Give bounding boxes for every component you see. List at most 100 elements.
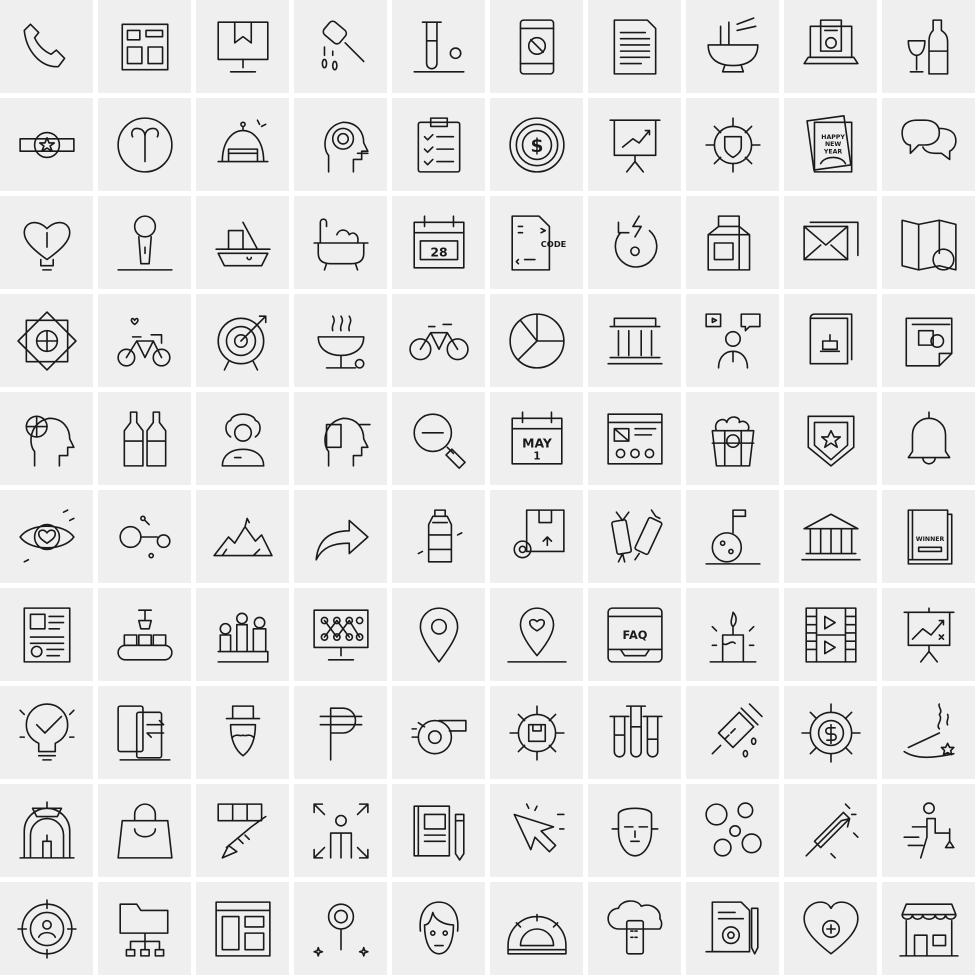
icon-tile[interactable]	[392, 0, 485, 93]
icon-tile[interactable]	[490, 294, 583, 387]
icon-tile[interactable]	[686, 490, 779, 583]
icon-tile[interactable]	[294, 196, 387, 289]
icon-tile[interactable]	[588, 686, 681, 779]
icon-tile[interactable]	[98, 196, 191, 289]
icon-tile[interactable]	[98, 294, 191, 387]
icon-tile[interactable]	[882, 98, 975, 191]
icon-tile[interactable]	[196, 196, 289, 289]
icon-tile[interactable]	[686, 588, 779, 681]
icon-tile[interactable]	[0, 588, 93, 681]
icon-tile[interactable]	[490, 588, 583, 681]
icon-tile[interactable]	[294, 784, 387, 877]
icon-tile[interactable]	[784, 196, 877, 289]
icon-tile[interactable]	[196, 686, 289, 779]
icon-tile[interactable]	[196, 98, 289, 191]
icon-tile[interactable]	[784, 294, 877, 387]
icon-tile[interactable]: HAPPY NEW YEAR	[784, 98, 877, 191]
icon-tile[interactable]	[294, 588, 387, 681]
icon-tile[interactable]	[392, 392, 485, 485]
icon-tile[interactable]	[490, 686, 583, 779]
icon-tile[interactable]	[882, 784, 975, 877]
icon-tile[interactable]	[588, 98, 681, 191]
icon-tile[interactable]	[196, 490, 289, 583]
icon-tile[interactable]	[294, 882, 387, 975]
icon-tile[interactable]	[196, 0, 289, 93]
icon-tile[interactable]	[784, 882, 877, 975]
icon-tile[interactable]	[294, 686, 387, 779]
icon-tile[interactable]: WINNER	[882, 490, 975, 583]
icon-tile[interactable]	[686, 784, 779, 877]
icon-tile[interactable]	[588, 0, 681, 93]
icon-tile[interactable]	[392, 588, 485, 681]
icon-tile[interactable]	[294, 0, 387, 93]
icon-tile[interactable]	[686, 882, 779, 975]
icon-tile[interactable]	[392, 784, 485, 877]
icon-tile[interactable]	[490, 882, 583, 975]
icon-tile[interactable]	[0, 98, 93, 191]
icon-tile[interactable]	[392, 294, 485, 387]
icon-tile[interactable]	[196, 882, 289, 975]
icon-tile[interactable]	[392, 490, 485, 583]
icon-tile[interactable]	[686, 392, 779, 485]
icon-tile[interactable]	[98, 392, 191, 485]
icon-tile[interactable]	[784, 0, 877, 93]
icon-tile[interactable]	[784, 392, 877, 485]
icon-tile[interactable]	[98, 490, 191, 583]
icon-tile[interactable]	[392, 98, 485, 191]
icon-tile[interactable]	[294, 98, 387, 191]
icon-tile[interactable]	[686, 98, 779, 191]
icon-tile[interactable]	[588, 294, 681, 387]
icon-tile[interactable]	[196, 588, 289, 681]
icon-tile[interactable]	[882, 686, 975, 779]
icon-tile[interactable]	[490, 490, 583, 583]
icon-tile[interactable]: CODE	[490, 196, 583, 289]
icon-tile[interactable]	[196, 784, 289, 877]
icon-tile[interactable]	[0, 882, 93, 975]
icon-tile[interactable]	[98, 784, 191, 877]
icon-tile[interactable]	[98, 588, 191, 681]
icon-tile[interactable]	[882, 294, 975, 387]
icon-tile[interactable]	[0, 686, 93, 779]
icon-tile[interactable]	[294, 294, 387, 387]
icon-tile[interactable]	[686, 294, 779, 387]
icon-tile[interactable]: 28	[392, 196, 485, 289]
icon-tile[interactable]: $	[490, 98, 583, 191]
icon-tile[interactable]	[490, 0, 583, 93]
icon-tile[interactable]	[882, 196, 975, 289]
icon-tile[interactable]	[588, 784, 681, 877]
icon-tile[interactable]	[0, 490, 93, 583]
icon-tile[interactable]	[196, 294, 289, 387]
icon-tile[interactable]	[588, 196, 681, 289]
icon-tile[interactable]	[294, 392, 387, 485]
icon-tile[interactable]	[294, 490, 387, 583]
icon-tile[interactable]: FAQ	[588, 588, 681, 681]
icon-tile[interactable]	[392, 686, 485, 779]
icon-tile[interactable]	[686, 686, 779, 779]
icon-tile[interactable]	[490, 784, 583, 877]
icon-tile[interactable]	[0, 196, 93, 289]
icon-tile[interactable]	[0, 0, 93, 93]
icon-tile[interactable]	[98, 98, 191, 191]
icon-tile[interactable]: MAY 1	[490, 392, 583, 485]
icon-tile[interactable]	[882, 588, 975, 681]
icon-tile[interactable]	[392, 882, 485, 975]
icon-tile[interactable]	[98, 882, 191, 975]
icon-tile[interactable]	[588, 490, 681, 583]
icon-tile[interactable]	[686, 0, 779, 93]
icon-tile[interactable]	[882, 0, 975, 93]
icon-tile[interactable]	[0, 784, 93, 877]
icon-tile[interactable]	[196, 392, 289, 485]
icon-tile[interactable]	[686, 196, 779, 289]
icon-tile[interactable]	[882, 882, 975, 975]
icon-tile[interactable]	[98, 686, 191, 779]
icon-tile[interactable]	[0, 294, 93, 387]
icon-tile[interactable]	[784, 490, 877, 583]
icon-tile[interactable]	[882, 392, 975, 485]
icon-tile[interactable]	[0, 392, 93, 485]
icon-tile[interactable]	[588, 882, 681, 975]
icon-tile[interactable]	[784, 588, 877, 681]
icon-tile[interactable]	[784, 686, 877, 779]
icon-tile[interactable]	[98, 0, 191, 93]
icon-tile[interactable]	[588, 392, 681, 485]
icon-tile[interactable]	[784, 784, 877, 877]
